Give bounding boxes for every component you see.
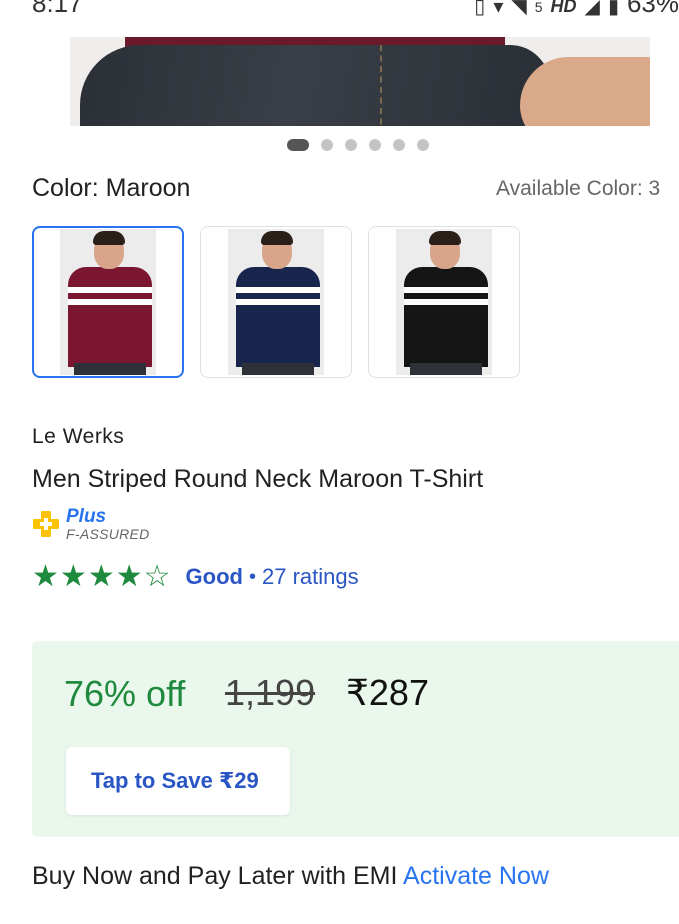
ratings-count: 27 ratings: [261, 564, 359, 589]
carousel-dot[interactable]: [286, 139, 309, 151]
selling-price: ₹287: [346, 672, 429, 713]
signal-icon: ◥: [511, 0, 527, 18]
model-legs: [242, 363, 314, 375]
battery-percent: 63%: [626, 0, 679, 18]
tap-to-save-button[interactable]: Tap to Save ₹29: [66, 747, 290, 815]
color-swatch-navy[interactable]: [200, 226, 352, 378]
emi-row: Buy Now and Pay Later with EMI Activate …: [32, 862, 549, 891]
signal-off-icon: ◢: [584, 0, 600, 18]
activate-now-link[interactable]: Activate Now: [403, 862, 549, 890]
stripe: [236, 299, 320, 305]
star-rating: ★ ★ ★ ★ ☆: [32, 562, 171, 592]
price-box: 76% off 1,199 ₹287 Tap to Save ₹29: [32, 641, 679, 837]
available-colors: Available Color: 3: [496, 177, 661, 200]
color-selector-label: Color: Maroon: [32, 174, 190, 203]
stripe: [404, 299, 488, 305]
hand: [520, 57, 650, 126]
rating-row[interactable]: ★ ★ ★ ★ ☆ Good • 27 ratings: [32, 562, 359, 592]
rating-label: Good: [185, 564, 243, 589]
model-hair: [429, 231, 461, 245]
product-title: Men Striped Round Neck Maroon T-Shirt: [32, 465, 484, 493]
vibrate-icon: ▯: [474, 0, 486, 18]
star-empty-icon: ☆: [143, 560, 171, 593]
carousel-dot[interactable]: [320, 139, 333, 151]
carousel-dots: [0, 139, 679, 151]
carousel-dot[interactable]: [416, 139, 429, 151]
tshirt: [236, 267, 320, 367]
product-image[interactable]: [70, 37, 650, 126]
original-price: 1,199: [225, 672, 316, 713]
status-time: 8:17: [32, 0, 83, 18]
stripe: [236, 287, 320, 293]
carousel-dot[interactable]: [344, 139, 357, 151]
stripe: [68, 299, 152, 305]
brand-name[interactable]: Le Werks: [32, 425, 124, 449]
battery-icon: ▮: [607, 0, 619, 18]
color-label: Color:: [32, 174, 99, 202]
model-legs: [410, 363, 482, 375]
f-assured-label: F-ASSURED: [66, 526, 150, 542]
model-hair: [261, 231, 293, 245]
star-filled-icon: ★: [115, 560, 143, 593]
color-value: Maroon: [105, 174, 191, 202]
jeans: [80, 45, 550, 126]
model-legs: [74, 363, 146, 375]
color-swatches: [32, 226, 520, 378]
swatch-thumbnail: [396, 229, 492, 375]
stripe: [68, 287, 152, 293]
network-label: 5: [534, 0, 543, 15]
plus-label: Plus: [66, 506, 107, 527]
jeans-pocket-seam: [380, 45, 390, 126]
tshirt: [68, 267, 152, 367]
carousel-dot[interactable]: [368, 139, 381, 151]
model-hair: [93, 231, 125, 245]
status-icons: ▯ ▾ ◥ 5 HD ◢ ▮ 63%: [474, 0, 679, 18]
discount-percent: 76% off: [64, 673, 186, 714]
color-swatch-black[interactable]: [368, 226, 520, 378]
plus-badge-icon: [33, 511, 59, 537]
swatch-thumbnail: [60, 229, 156, 375]
hd-label: HD: [550, 0, 577, 16]
carousel-dot[interactable]: [392, 139, 405, 151]
stripe: [404, 287, 488, 293]
rating-separator: •: [248, 565, 256, 588]
star-filled-icon: ★: [32, 560, 59, 593]
star-filled-icon: ★: [59, 560, 87, 593]
plus-assured-badge[interactable]: Plus F-ASSURED: [32, 507, 150, 541]
wifi-icon: ▾: [493, 0, 504, 18]
status-bar: 8:17 ▯ ▾ ◥ 5 HD ◢ ▮ 63%: [0, 0, 679, 18]
star-filled-icon: ★: [87, 560, 115, 593]
emi-text: Buy Now and Pay Later with EMI: [32, 862, 398, 890]
color-swatch-maroon[interactable]: [32, 226, 184, 378]
swatch-thumbnail: [228, 229, 324, 375]
tshirt: [404, 267, 488, 367]
